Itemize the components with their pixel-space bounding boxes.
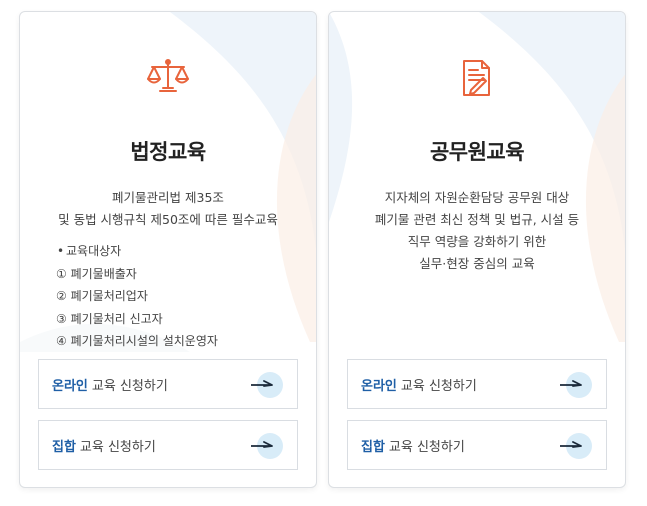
button-label: 교육 신청하기	[79, 439, 156, 455]
button-keyword: 온라인	[361, 378, 397, 394]
arrow-right-icon	[251, 433, 283, 459]
card-title: 공무원교육	[429, 140, 525, 164]
online-apply-button[interactable]: 온라인 교육 신청하기	[38, 359, 298, 409]
list-item: ③ 폐기물처리 신고자	[56, 311, 163, 326]
online-apply-button[interactable]: 온라인 교육 신청하기	[347, 359, 607, 409]
description-line: 폐기물 관련 최신 정책 및 법규, 시설 등	[374, 212, 580, 227]
target-heading: • 교육대상자	[56, 240, 218, 263]
arrow-right-icon	[560, 433, 592, 459]
button-label: 교육 신청하기	[388, 439, 465, 455]
button-keyword: 집합	[361, 439, 385, 455]
card-description: 지자체의 자원순환담당 공무원 대상 폐기물 관련 최신 정책 및 법규, 시설…	[329, 187, 625, 275]
card-title: 법정교육	[130, 140, 206, 164]
list-item: ④ 폐기물처리시설의 설치운영자	[56, 334, 218, 348]
description-line: 지자체의 자원순환담당 공무원 대상	[384, 190, 570, 205]
legal-education-card: 법정교육 폐기물관리법 제35조 및 동법 시행규칙 제50조에 따른 필수교육…	[19, 11, 317, 488]
group-apply-button[interactable]: 집합 교육 신청하기	[347, 420, 607, 470]
arrow-right-icon	[560, 372, 592, 398]
description-line: 실무·현장 중심의 교육	[419, 256, 535, 271]
group-apply-button[interactable]: 집합 교육 신청하기	[38, 420, 298, 470]
card-description: 폐기물관리법 제35조 및 동법 시행규칙 제50조에 따른 필수교육	[20, 187, 316, 231]
scales-icon	[147, 59, 189, 92]
target-list: • 교육대상자 ① 폐기물배출자 ② 폐기물처리업자 ③ 폐기물처리 신고자 ④ …	[56, 240, 218, 353]
arrow-right-icon	[251, 372, 283, 398]
list-item: ② 폐기물처리업자	[56, 289, 148, 303]
description-line: 직무 역량을 강화하기 위한	[407, 234, 547, 249]
bullet-icon: •	[57, 244, 65, 258]
civil-servant-education-card: 공무원교육 지자체의 자원순환담당 공무원 대상 폐기물 관련 최신 정책 및 …	[328, 11, 626, 488]
document-pen-icon	[463, 60, 490, 96]
list-item: ① 폐기물배출자	[56, 266, 137, 281]
button-label: 교육 신청하기	[400, 378, 477, 394]
description-line: 및 동법 시행규칙 제50조에 따른 필수교육	[58, 212, 278, 227]
button-label: 교육 신청하기	[91, 378, 168, 394]
button-keyword: 집합	[52, 439, 76, 455]
description-line: 폐기물관리법 제35조	[112, 190, 224, 205]
button-keyword: 온라인	[52, 378, 88, 394]
